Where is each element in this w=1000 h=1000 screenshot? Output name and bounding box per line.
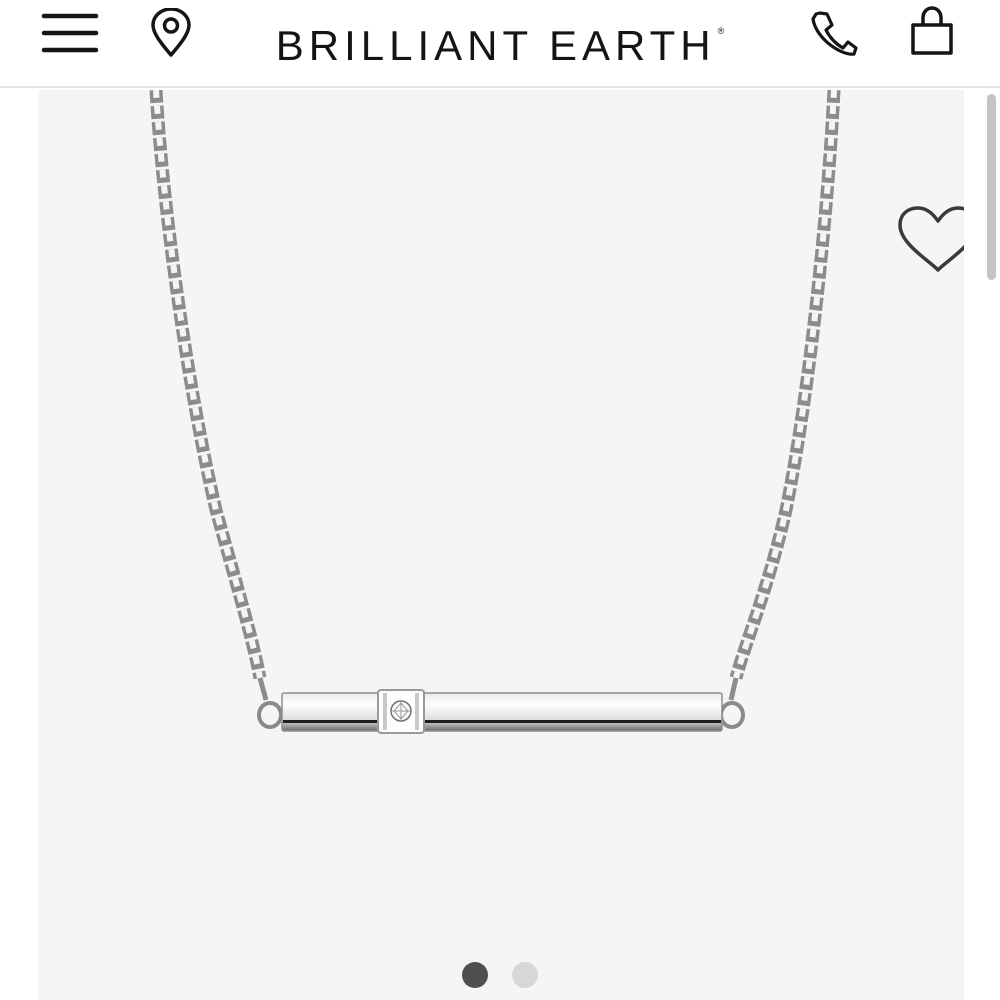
carousel-dot[interactable] bbox=[512, 962, 538, 988]
location-icon[interactable] bbox=[148, 8, 194, 58]
brand-name: BRILLIANT EARTH bbox=[275, 22, 716, 69]
bag-icon[interactable] bbox=[906, 5, 958, 57]
registered-mark: ® bbox=[717, 26, 725, 36]
carousel-dot-active[interactable] bbox=[462, 962, 488, 988]
site-header: BRILLIANT EARTH ® bbox=[0, 0, 1000, 88]
product-gallery[interactable] bbox=[38, 90, 964, 1000]
carousel-dots bbox=[460, 962, 540, 990]
scrollbar[interactable] bbox=[984, 90, 1000, 1000]
necklace-image bbox=[149, 90, 841, 734]
scrollbar-thumb[interactable] bbox=[987, 94, 996, 280]
menu-icon[interactable] bbox=[40, 11, 100, 55]
heart-icon[interactable] bbox=[896, 204, 964, 276]
phone-icon[interactable] bbox=[806, 9, 858, 57]
brand-logo[interactable]: BRILLIANT EARTH ® bbox=[200, 6, 800, 69]
